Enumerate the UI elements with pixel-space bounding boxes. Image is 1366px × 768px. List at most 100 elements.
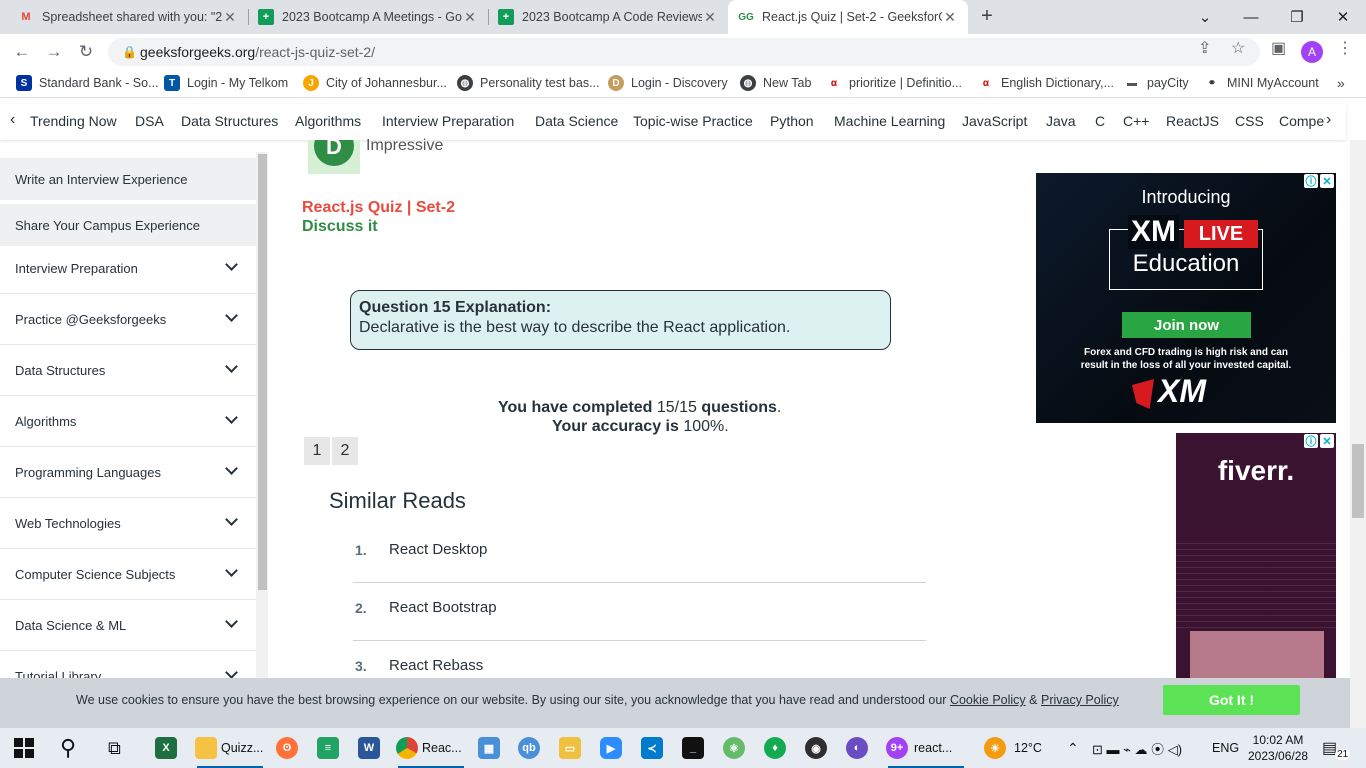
sidebar-item-programming-languages[interactable]: Programming Languages — [0, 447, 256, 498]
close-icon[interactable]: ✕ — [702, 9, 718, 26]
share-icon[interactable]: ⇪ — [1198, 38, 1211, 58]
word-taskbar-button[interactable]: W — [358, 734, 380, 762]
list-item[interactable]: 1. React Desktop — [353, 525, 926, 583]
more-bookmarks-icon[interactable]: » — [1337, 75, 1345, 91]
page-button-1[interactable]: 1 — [304, 437, 330, 465]
bookmark-star-icon[interactable]: ☆ — [1231, 38, 1245, 58]
forward-icon[interactable]: → — [40, 38, 68, 66]
page-scroll-thumb[interactable] — [1352, 444, 1364, 518]
privacy-policy-link[interactable]: Privacy Policy — [1041, 693, 1119, 707]
close-window-button[interactable]: ✕ — [1320, 0, 1366, 34]
nav-algorithms[interactable]: Algorithms — [295, 113, 361, 129]
tab-gmail[interactable]: M Spreadsheet shared with you: "2023 ✕ — [8, 0, 248, 34]
nav-interview-preparation[interactable]: Interview Preparation — [382, 113, 514, 129]
nav-next-icon[interactable]: › — [1326, 111, 1331, 129]
sidebar-scroll-thumb[interactable] — [258, 154, 267, 590]
folder-taskbar-button[interactable]: Quizz... — [195, 734, 265, 768]
fiverr-advertisement[interactable]: fiverr. ⓘ ✕ — [1176, 433, 1336, 678]
nav-css[interactable]: CSS — [1235, 113, 1264, 129]
ad-close-icon[interactable]: ✕ — [1320, 434, 1334, 448]
app-taskbar-button[interactable]: ▦ — [478, 734, 500, 762]
nav-java[interactable]: Java — [1046, 113, 1076, 129]
sidebar-share-campus-experience[interactable]: Share Your Campus Experience — [0, 204, 256, 246]
nav-dsa[interactable]: DSA — [135, 113, 164, 129]
bookmark-item[interactable]: α English Dictionary,... — [978, 75, 1114, 91]
zoom-taskbar-button[interactable]: ▶ — [600, 734, 622, 762]
sidebar-item-web-technologies[interactable]: Web Technologies — [0, 498, 256, 549]
app-taskbar-button[interactable]: ▭ — [559, 734, 581, 762]
notepad-taskbar-button[interactable]: ≡ — [317, 734, 339, 762]
minimize-button[interactable]: — — [1228, 0, 1274, 34]
cookie-policy-link[interactable]: Cookie Policy — [950, 693, 1026, 707]
chrome-profile-taskbar-button[interactable]: 9+ react... — [886, 734, 966, 768]
bookmark-item[interactable]: α prioritize | Definitio... — [826, 75, 962, 91]
close-icon[interactable]: ✕ — [222, 9, 238, 26]
profile-avatar[interactable]: A — [1301, 41, 1323, 63]
similar-read-link[interactable]: React Rebass — [389, 657, 483, 674]
excel-taskbar-button[interactable]: X — [155, 734, 177, 762]
obs-taskbar-button[interactable]: ◉ — [805, 734, 827, 762]
tab-sheets-meetings[interactable]: + 2023 Bootcamp A Meetings - Goo ✕ — [248, 0, 488, 34]
similar-read-link[interactable]: React Desktop — [389, 541, 487, 558]
nav-topic-wise-practice[interactable]: Topic-wise Practice — [633, 113, 753, 129]
bookmark-item[interactable]: ▬ payCity — [1124, 75, 1189, 91]
ad-info-icon[interactable]: ⓘ — [1304, 434, 1318, 448]
similar-read-link[interactable]: React Bootstrap — [389, 599, 497, 616]
xm-advertisement[interactable]: Introducing XM LIVE Education Join now F… — [1036, 173, 1336, 423]
quiz-title[interactable]: React.js Quiz | Set-2 — [302, 199, 455, 217]
notification-center[interactable]: ▤ 21 — [1322, 734, 1351, 762]
menu-icon[interactable]: ⋮ — [1337, 38, 1353, 58]
reload-icon[interactable]: ↻ — [72, 38, 100, 66]
mongodb-taskbar-button[interactable]: ♦ — [764, 734, 786, 762]
task-view-icon[interactable]: ⧉ — [108, 734, 121, 762]
sidebar-item-data-science-ml[interactable]: Data Science & ML — [0, 600, 256, 651]
page-button-2[interactable]: 2 — [332, 437, 358, 465]
bookmark-item[interactable]: ⚭ MINI MyAccount — [1204, 75, 1319, 91]
ad-close-icon[interactable]: ✕ — [1320, 174, 1334, 188]
list-item[interactable]: 2. React Bootstrap — [353, 583, 926, 641]
nav-javascript[interactable]: JavaScript — [962, 113, 1027, 129]
tab-sheets-reviews[interactable]: + 2023 Bootcamp A Code Reviews ✕ — [488, 0, 728, 34]
sidebar-item-cs-subjects[interactable]: Computer Science Subjects — [0, 549, 256, 600]
accept-cookies-button[interactable]: Got It ! — [1163, 685, 1300, 715]
page-scrollbar[interactable] — [1350, 140, 1366, 728]
sidebar-item-interview-preparation[interactable]: Interview Preparation — [0, 243, 256, 294]
app-taskbar-button[interactable]: qb — [518, 734, 540, 762]
sidebar-item-practice[interactable]: Practice @Geeksforgeeks — [0, 294, 256, 345]
close-icon[interactable]: ✕ — [462, 9, 478, 26]
bookmark-item[interactable]: S Standard Bank - So... — [16, 75, 159, 91]
ad-join-now-button[interactable]: Join now — [1122, 312, 1251, 338]
nav-competitive[interactable]: Compet — [1279, 113, 1325, 129]
firefox-taskbar-button[interactable]: ʘ — [276, 734, 298, 762]
nav-trending-now[interactable]: Trending Now — [30, 113, 117, 129]
nav-reactjs[interactable]: ReactJS — [1166, 113, 1219, 129]
nav-cpp[interactable]: C++ — [1123, 113, 1149, 129]
sidebar-item-data-structures[interactable]: Data Structures — [0, 345, 256, 396]
atom-taskbar-button[interactable]: ⚛ — [723, 734, 745, 762]
terminal-taskbar-button[interactable]: _ — [682, 734, 704, 762]
bookmark-item[interactable]: ◍ New Tab — [740, 75, 811, 91]
tab-search-icon[interactable]: ⌄ — [1182, 0, 1228, 34]
clock[interactable]: 10:02 AM 2023/06/28 — [1248, 730, 1308, 766]
maximize-button[interactable]: ❐ — [1274, 0, 1320, 34]
tab-gfg-quiz[interactable]: GG React.js Quiz | Set-2 - GeeksforGe ✕ — [728, 0, 968, 34]
search-icon[interactable]: ⚲ — [60, 734, 76, 762]
nav-machine-learning[interactable]: Machine Learning — [834, 113, 945, 129]
bookmark-item[interactable]: ◍ Personality test bas... — [457, 75, 600, 91]
sidebar-item-tutorial-library[interactable]: Tutorial Library — [0, 651, 256, 678]
close-icon[interactable]: ✕ — [942, 9, 958, 26]
back-icon[interactable]: ← — [8, 38, 36, 66]
address-bar[interactable]: 🔒 geeksforgeeks.org/react-js-quiz-set-2/ — [108, 38, 1260, 66]
chevron-up-icon[interactable]: ⌃ — [1067, 734, 1079, 762]
tray-icons[interactable]: ⊡ ▬ ⌁ ☁ ⦿ ◁) — [1092, 734, 1182, 762]
windows-start-icon[interactable] — [14, 734, 34, 762]
discuss-link[interactable]: Discuss it — [302, 218, 378, 236]
weather-widget[interactable]: ☀ 12°C — [984, 734, 1042, 762]
bookmark-item[interactable]: T Login - My Telkom — [164, 75, 288, 91]
nav-python[interactable]: Python — [770, 113, 814, 129]
bookmark-item[interactable]: J City of Johannesbur... — [303, 75, 447, 91]
nav-data-science[interactable]: Data Science — [535, 113, 618, 129]
side-panel-icon[interactable]: ▣ — [1271, 38, 1286, 58]
ad-info-icon[interactable]: ⓘ — [1304, 174, 1318, 188]
nav-data-structures[interactable]: Data Structures — [181, 113, 278, 129]
